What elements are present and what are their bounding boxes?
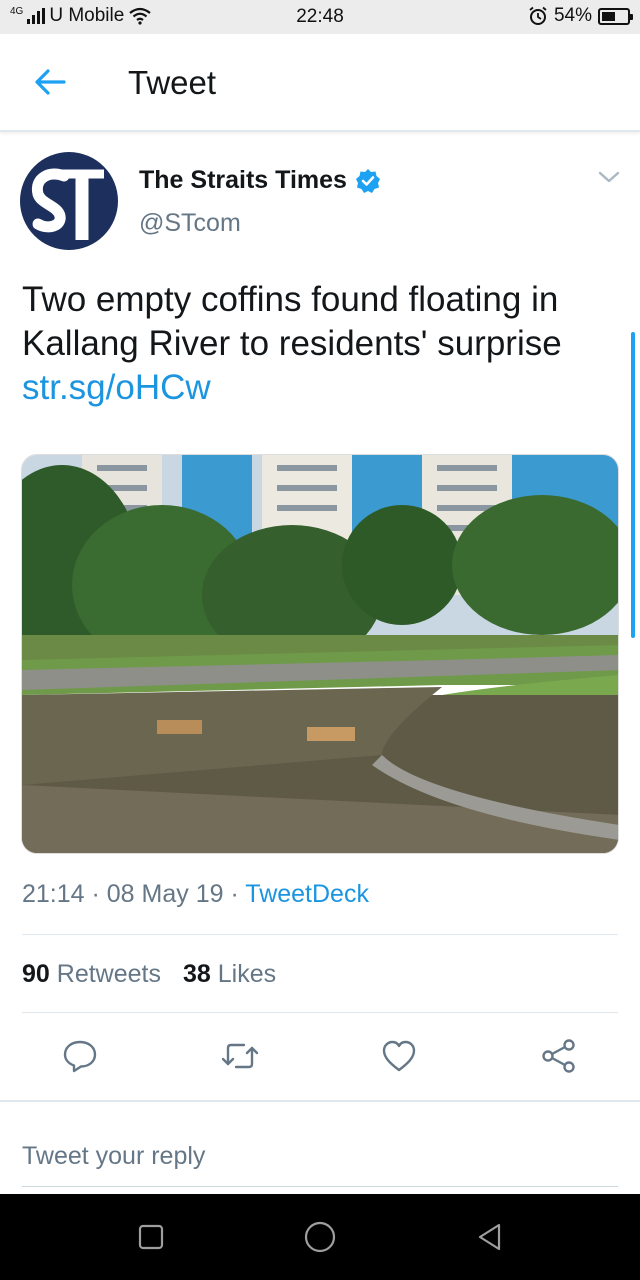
- author-handle[interactable]: @STcom: [139, 209, 241, 238]
- divider: [22, 934, 618, 935]
- battery-fill: [602, 11, 615, 21]
- likes-stat[interactable]: 38 Likes: [183, 960, 276, 989]
- likes-count: 38: [182, 960, 211, 988]
- recent-apps-icon[interactable]: [134, 1220, 168, 1254]
- scrollbar[interactable]: [631, 332, 635, 638]
- page-title: Tweet: [128, 64, 217, 101]
- straits-times-logo: [31, 168, 104, 240]
- author-name-text: The Straits Times: [139, 166, 347, 194]
- reply-underline: [22, 1186, 618, 1187]
- tweet-body: Two empty coffins found floating in Kall…: [22, 280, 562, 363]
- status-bar: 4G U Mobile 22:48 54%: [0, 0, 640, 34]
- home-icon[interactable]: [303, 1220, 337, 1254]
- tweet-media-image[interactable]: [21, 454, 619, 854]
- retweets-stat[interactable]: 90 Retweets: [22, 960, 161, 989]
- alarm-icon: [529, 6, 547, 25]
- system-navigation-bar: [0, 1194, 640, 1280]
- river-photo: [22, 455, 618, 853]
- tweet-text: Two empty coffins found floating in Kall…: [22, 278, 622, 410]
- reply-composer: Tweet your reply: [0, 1100, 640, 1194]
- likes-label: Likes: [217, 960, 277, 988]
- retweets-count: 90: [22, 960, 50, 988]
- tweet-link[interactable]: str.sg/oHCw: [22, 368, 211, 407]
- divider: [22, 1012, 618, 1013]
- tweet-timestamp: 21:14 · 08 May 19 · TweetDeck: [22, 880, 369, 908]
- battery-percent: 54%: [553, 5, 592, 26]
- tweet-time: 21:14: [22, 880, 85, 908]
- top-navigation: Tweet: [0, 34, 640, 132]
- back-icon[interactable]: [473, 1220, 507, 1254]
- share-icon[interactable]: [541, 1038, 577, 1074]
- tweet-actions: [0, 1032, 640, 1092]
- tweet-date: 08 May 19: [106, 880, 224, 908]
- back-arrow-icon[interactable]: [32, 64, 68, 100]
- tweet-stats: 90 Retweets 38 Likes: [22, 960, 276, 989]
- retweets-label: Retweets: [56, 960, 161, 988]
- verified-icon: [355, 168, 380, 193]
- retweet-icon[interactable]: [222, 1038, 258, 1074]
- battery-icon: [598, 7, 633, 25]
- like-icon[interactable]: [381, 1038, 417, 1074]
- status-right: 54%: [528, 5, 633, 27]
- tweet-source[interactable]: TweetDeck: [245, 880, 369, 908]
- reply-input[interactable]: Tweet your reply: [22, 1142, 205, 1171]
- author-name[interactable]: The Straits Times: [139, 166, 381, 195]
- avatar[interactable]: [20, 152, 118, 250]
- reply-icon[interactable]: [62, 1038, 98, 1074]
- chevron-down-icon[interactable]: [596, 168, 622, 186]
